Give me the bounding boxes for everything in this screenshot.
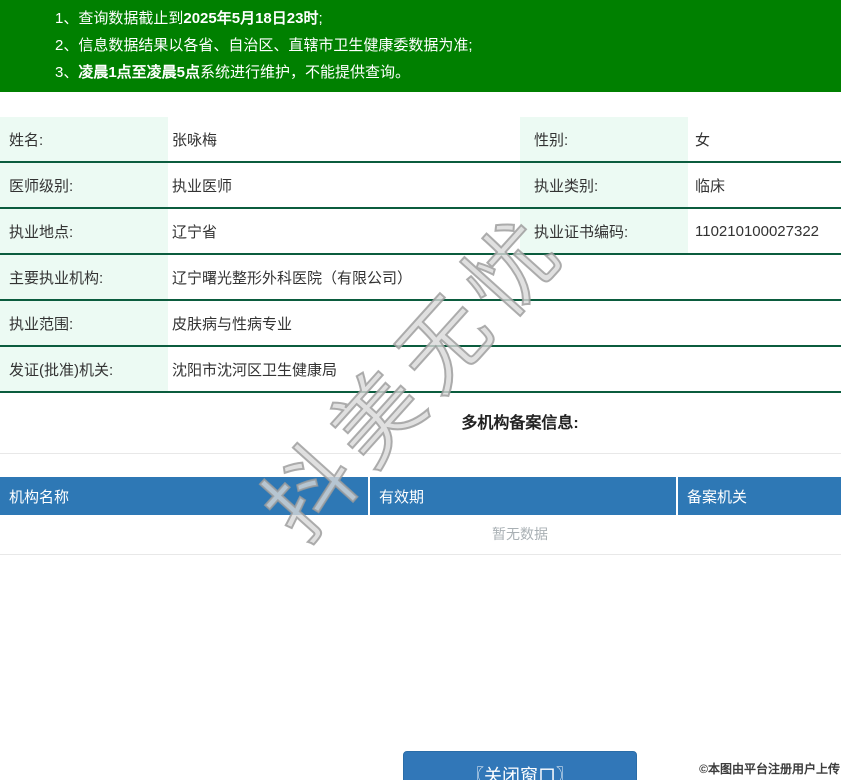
main-institution-label: 主要执业机构: (0, 255, 168, 299)
notice-line-3: 3、凌晨1点至凌晨5点系统进行维护，不能提供查询。 (55, 59, 841, 86)
table-row-issuing-authority: 发证(批准)机关: 沈阳市沈河区卫生健康局 (0, 347, 841, 393)
certificate-number-label: 执业证书编码: (520, 209, 688, 253)
practice-scope-value: 皮肤病与性病专业 (172, 315, 293, 333)
notice-1-suffix: ; (318, 10, 323, 27)
notice-line-1: 1、查询数据截止到2025年5月18日23时; (55, 5, 841, 32)
practice-category-label: 执业类别: (520, 163, 688, 207)
gender-label: 性别: (520, 117, 688, 161)
records-col-institution-name: 机构名称 (9, 488, 70, 506)
query-result-page: 1、查询数据截止到2025年5月18日23时; 2、信息数据结果以各省、自治区、… (0, 0, 841, 780)
practice-scope-label: 执业范围: (0, 301, 168, 345)
doctor-level-value: 执业医师 (172, 177, 233, 195)
table-row-main-institution: 主要执业机构: 辽宁曙光整形外科医院（有限公司） (0, 255, 841, 301)
notice-banner: 1、查询数据截止到2025年5月18日23时; 2、信息数据结果以各省、自治区、… (0, 0, 841, 92)
section-title-multi-org-records: 多机构备案信息: (0, 393, 841, 454)
notice-3-suffix: 系统进行维护，不能提供查询。 (200, 64, 411, 81)
practice-location-label: 执业地点: (0, 209, 168, 253)
table-row-level-category: 医师级别: 执业医师 执业类别: 临床 (0, 163, 841, 209)
license-info-table: 姓名: 张咏梅 性别: 女 医师级别: 执业医师 执业类别: 临床 执业地点: … (0, 117, 841, 393)
practice-category-value: 临床 (695, 177, 726, 195)
notice-2-text: 信息数据结果以各省、自治区、直辖市卫生健康委数据为准; (78, 37, 473, 54)
empty-data-placeholder: 暂无数据 (0, 515, 841, 555)
main-institution-value: 辽宁曙光整形外科医院（有限公司） (172, 269, 413, 287)
close-window-button[interactable]: 〖关闭窗口〗 (403, 751, 637, 780)
name-label: 姓名: (0, 117, 168, 161)
issuing-authority-value: 沈阳市沈河区卫生健康局 (172, 361, 338, 379)
gender-value: 女 (695, 131, 711, 149)
table-row-location-certno: 执业地点: 辽宁省 执业证书编码: 110210100027322 (0, 209, 841, 255)
image-credit: ©本图由平台注册用户上传 (699, 762, 840, 776)
practice-location-value: 辽宁省 (172, 223, 218, 241)
doctor-level-label: 医师级别: (0, 163, 168, 207)
notice-1-number: 1、 (55, 10, 79, 27)
notice-3-bold: 凌晨1点至凌晨5点 (78, 64, 201, 81)
notice-3-number: 3、 (55, 64, 79, 81)
table-row-name-gender: 姓名: 张咏梅 性别: 女 (0, 117, 841, 163)
notice-2-number: 2、 (55, 37, 79, 54)
issuing-authority-label: 发证(批准)机关: (0, 347, 168, 391)
notice-line-2: 2、信息数据结果以各省、自治区、直辖市卫生健康委数据为准; (55, 32, 841, 59)
notice-1-bold: 2025年5月18日23时 (183, 10, 319, 27)
page-content: 1、查询数据截止到2025年5月18日23时; 2、信息数据结果以各省、自治区、… (0, 0, 841, 780)
notice-1-text: 查询数据截止到 (78, 10, 184, 27)
certificate-number-value: 110210100027322 (695, 222, 820, 240)
table-row-practice-scope: 执业范围: 皮肤病与性病专业 (0, 301, 841, 347)
records-col-validity-period: 有效期 (368, 477, 676, 515)
records-table-header: 机构名称 有效期 备案机关 (0, 477, 841, 515)
name-value: 张咏梅 (172, 131, 218, 149)
records-col-filing-authority: 备案机关 (676, 477, 841, 515)
